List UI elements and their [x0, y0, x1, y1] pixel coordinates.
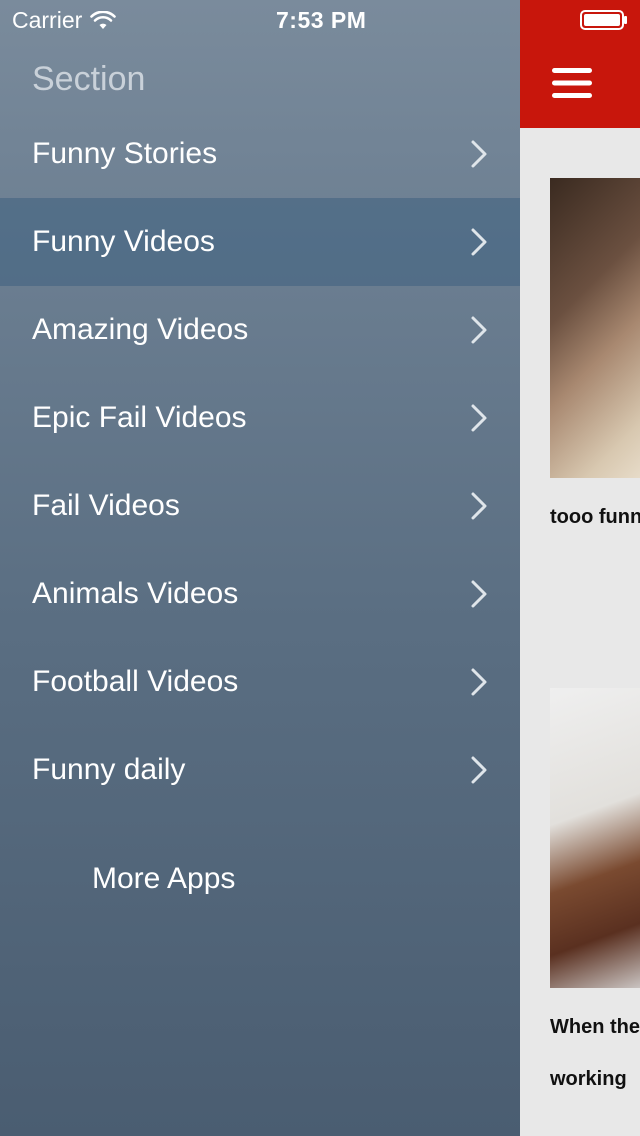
side-menu: Section Funny Stories Funny Videos Amazi… — [0, 0, 520, 1136]
menu-item-label: Funny Stories — [32, 137, 218, 170]
wifi-icon — [90, 10, 117, 29]
menu-item-fail-videos[interactable]: Fail Videos — [0, 462, 520, 550]
menu-item-funny-daily[interactable]: Funny daily — [0, 726, 520, 814]
menu-item-animals-videos[interactable]: Animals Videos — [0, 550, 520, 638]
chevron-right-icon — [471, 580, 487, 608]
chevron-right-icon — [471, 140, 487, 168]
status-time: 7:53 PM — [276, 7, 367, 33]
video-title[interactable]: When the — [550, 1016, 640, 1039]
menu-item-label: Epic Fail Videos — [32, 401, 247, 434]
chevron-right-icon — [471, 404, 487, 432]
menu-item-label: Fail Videos — [32, 489, 180, 522]
menu-item-funny-stories[interactable]: Funny Stories — [0, 110, 520, 198]
menu-item-label: Amazing Videos — [32, 313, 249, 346]
menu-item-epic-fail-videos[interactable]: Epic Fail Videos — [0, 374, 520, 462]
chevron-right-icon — [471, 756, 487, 784]
chevron-right-icon — [471, 316, 487, 344]
chevron-right-icon — [471, 228, 487, 256]
video-title[interactable]: tooo funn — [550, 506, 640, 529]
video-thumbnail[interactable] — [550, 688, 640, 988]
menu-item-label: Football Videos — [32, 665, 239, 698]
app-screen: Carrier 7:53 PM Section Funny Stories Fu… — [0, 0, 640, 1136]
menu-item-label: Funny Videos — [32, 225, 215, 258]
carrier-label: Carrier — [12, 7, 83, 33]
carrier-group: Carrier — [12, 7, 117, 34]
video-title-line[interactable]: working — [550, 1068, 640, 1091]
menu-item-label: Animals Videos — [32, 577, 239, 610]
chevron-right-icon — [471, 492, 487, 520]
status-bar: Carrier 7:53 PM — [0, 0, 640, 40]
hamburger-icon[interactable] — [552, 66, 592, 100]
main-content: tooo funn When the working — [520, 0, 640, 1136]
video-thumbnail[interactable] — [550, 178, 640, 478]
menu-item-label: Funny daily — [32, 753, 186, 786]
chevron-right-icon — [471, 668, 487, 696]
menu-item-amazing-videos[interactable]: Amazing Videos — [0, 286, 520, 374]
section-title: Section — [32, 60, 146, 98]
more-apps-button[interactable]: More Apps — [92, 862, 235, 896]
menu-item-funny-videos[interactable]: Funny Videos — [0, 198, 520, 286]
menu-list: Funny Stories Funny Videos Amazing Video… — [0, 110, 520, 814]
menu-item-football-videos[interactable]: Football Videos — [0, 638, 520, 726]
battery-icon — [580, 10, 627, 30]
